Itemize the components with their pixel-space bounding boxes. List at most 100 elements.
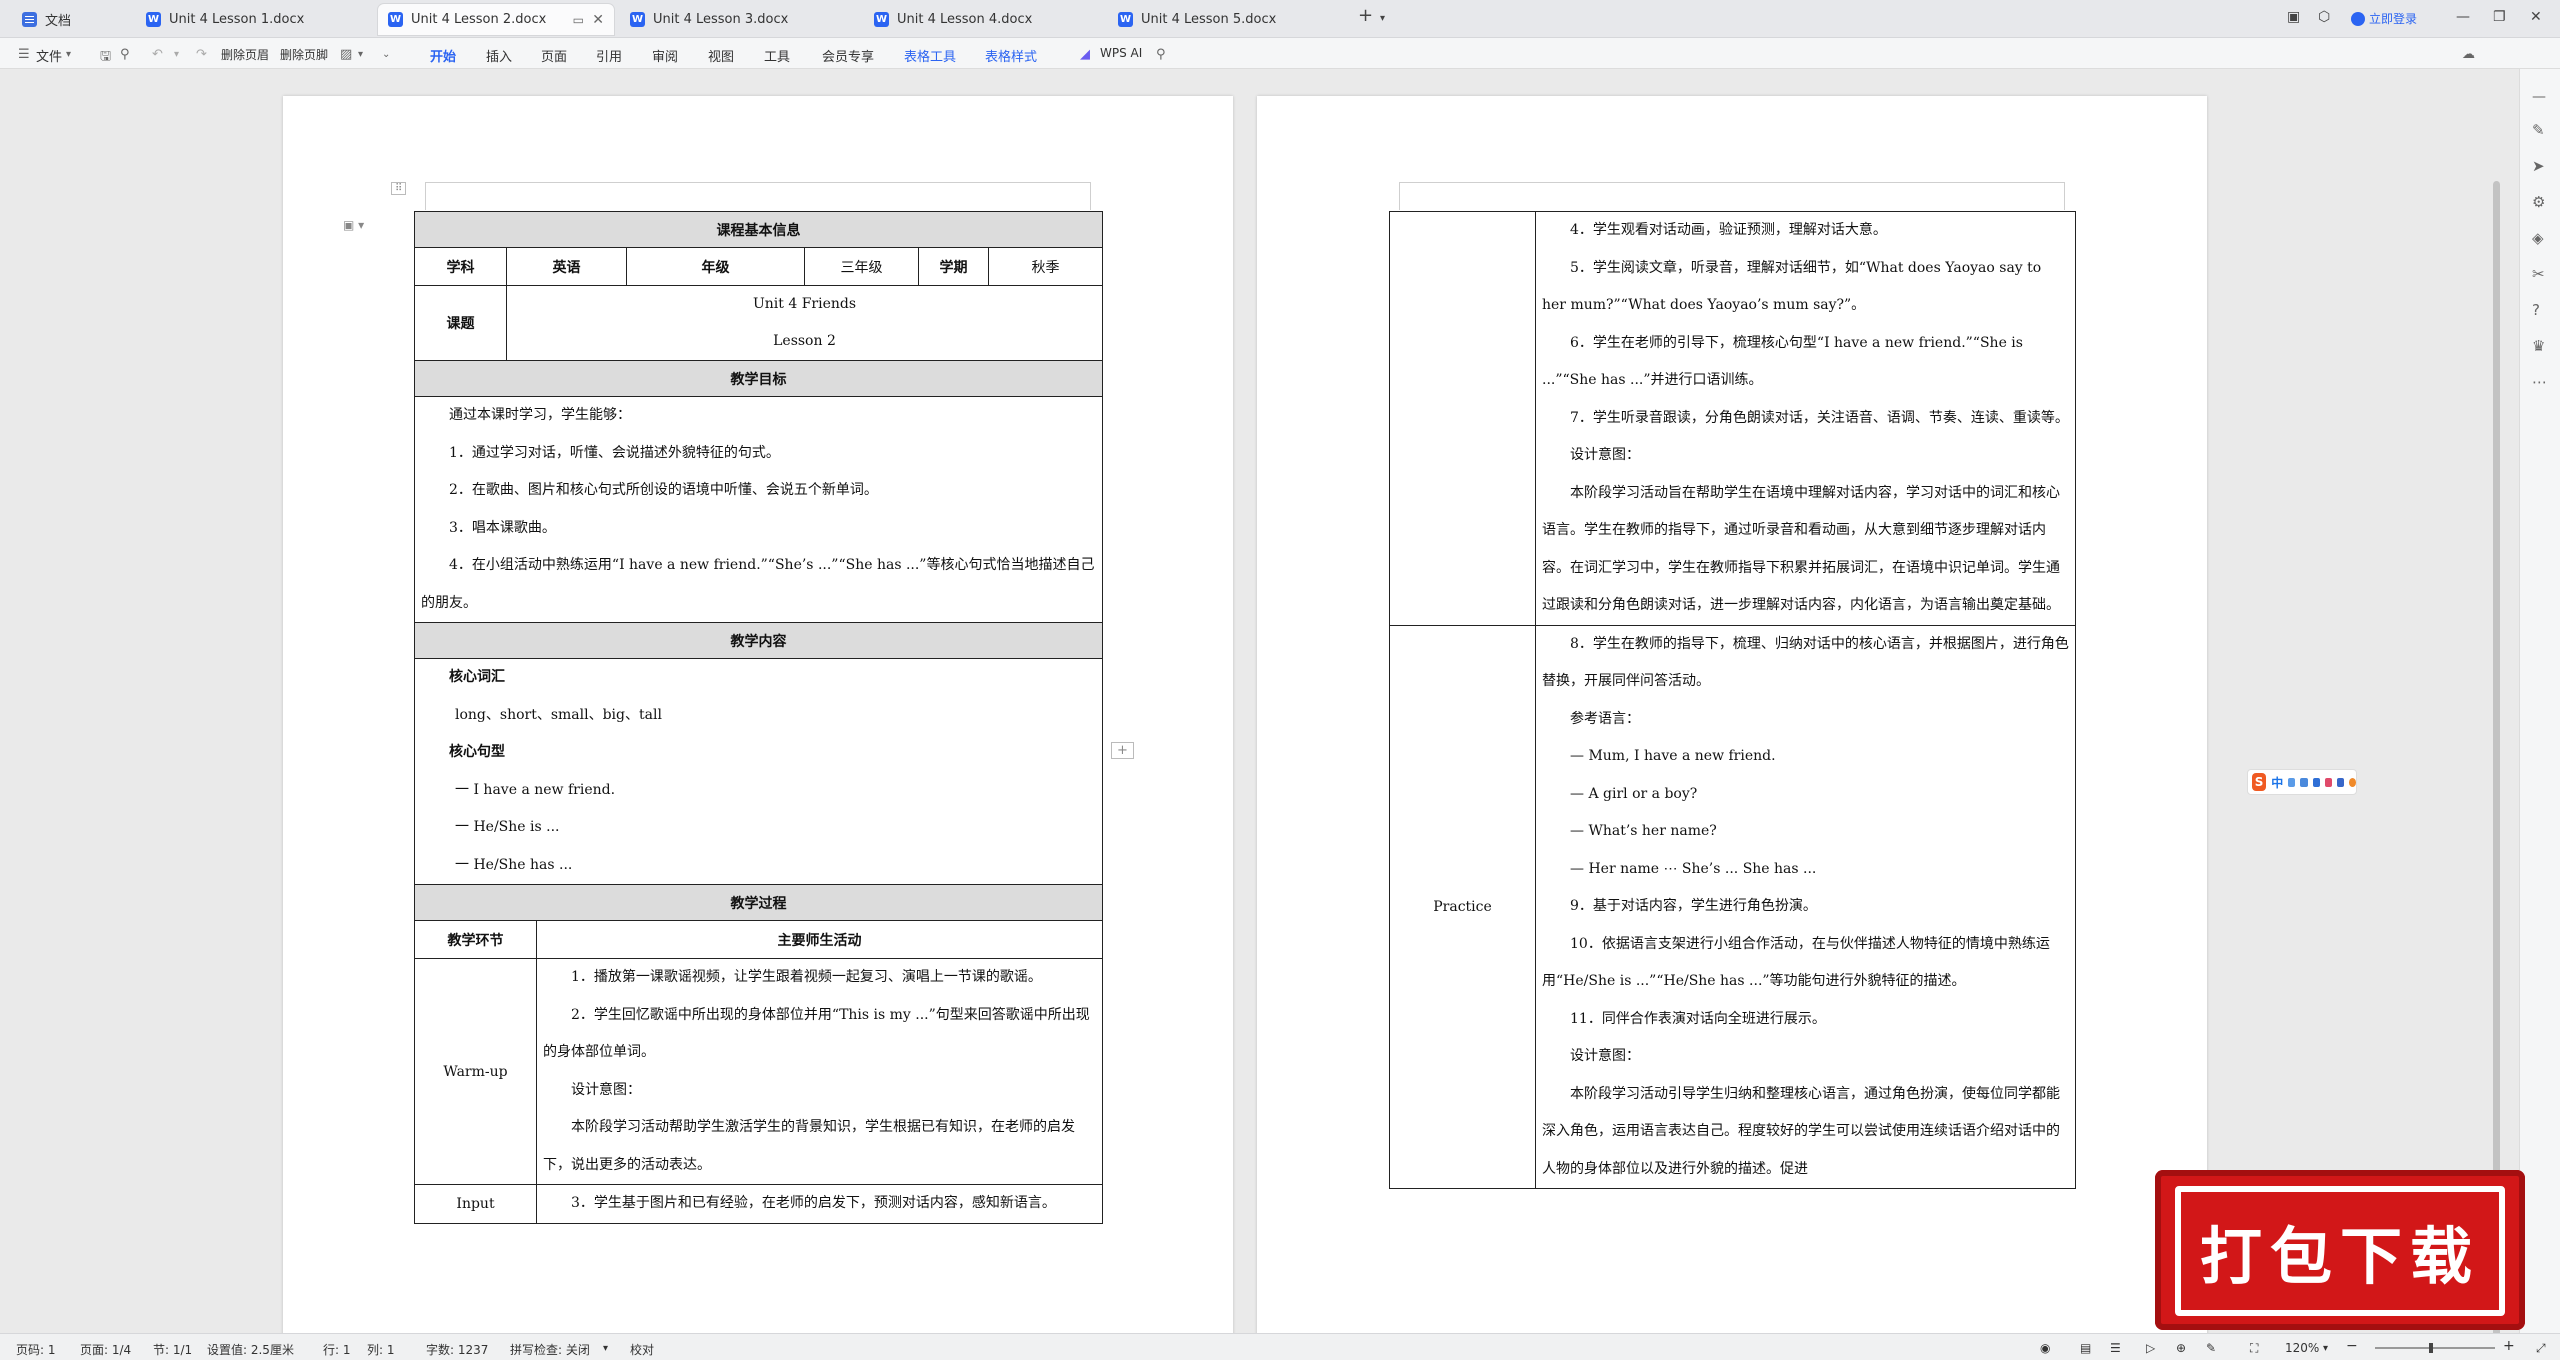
zoom-slider-thumb[interactable] (2429, 1343, 2433, 1353)
menu-page[interactable]: 页面 (541, 46, 567, 65)
tab-doc-1[interactable]: W Unit 4 Lesson 1.docx (136, 4, 372, 35)
documents-icon (22, 12, 37, 27)
undo-chevron-icon[interactable]: ▾ (174, 49, 179, 60)
layers-icon[interactable]: ◈ (2532, 229, 2550, 247)
menu-icon[interactable]: ☰ (18, 47, 30, 62)
ime-toolbar[interactable]: S 中 (2247, 769, 2357, 795)
outline-view-icon[interactable]: ☰ (2110, 1341, 2121, 1355)
menu-start[interactable]: 开始 (430, 46, 457, 71)
zoom-in-icon[interactable]: + (2503, 1338, 2515, 1354)
status-words[interactable]: 字数: 1237 (426, 1341, 488, 1358)
file-chevron-icon[interactable]: ▾ (66, 49, 71, 60)
tab-doc-4[interactable]: W Unit 4 Lesson 4.docx (864, 4, 1100, 35)
tab-doc-2[interactable]: W Unit 4 Lesson 2.docx ▭ ✕ (378, 4, 614, 35)
pointer-icon[interactable]: ➤ (2532, 157, 2550, 175)
vertical-scrollbar[interactable] (2493, 181, 2500, 1333)
tab-documents[interactable]: 文档 (12, 4, 132, 35)
cloud-sync-icon[interactable]: ☁ (2462, 47, 2475, 62)
tools-icon[interactable]: ✂ (2532, 265, 2550, 283)
sogou-icon[interactable]: S (2252, 773, 2267, 791)
tab-doc-3[interactable]: W Unit 4 Lesson 3.docx (620, 4, 856, 35)
web-view-icon[interactable]: ⊕ (2176, 1341, 2186, 1355)
table-select-icon[interactable]: ▣ ▾ (343, 218, 364, 232)
status-setting[interactable]: 设置值: 2.5厘米 (207, 1341, 294, 1358)
pen-icon[interactable]: ✎ (2206, 1341, 2216, 1355)
menu-insert[interactable]: 插入 (486, 46, 512, 65)
zoom-level[interactable]: 120% (2285, 1341, 2319, 1355)
skin-icon[interactable] (2324, 777, 2332, 787)
tab-list-chevron-icon[interactable]: ▾ (1380, 13, 1385, 24)
practice-ref-3: — What’s her name? (1570, 823, 1717, 839)
close-tab-icon[interactable]: ✕ (592, 12, 604, 28)
wps-ai-button[interactable]: WPS AI (1100, 46, 1142, 60)
status-proof[interactable]: 校对 (630, 1341, 654, 1358)
word-icon: W (630, 12, 645, 27)
goal-1: 1．通过学习对话，听懂、会说描述外貌特征的句式。 (449, 444, 780, 461)
undo-icon[interactable]: ↶ (152, 47, 163, 62)
page-setup-chevron-icon[interactable]: ▾ (358, 49, 363, 60)
download-banner[interactable]: 打包下载 (2155, 1170, 2525, 1330)
page-setup-icon[interactable]: ▨ (340, 47, 352, 62)
menu-table-style[interactable]: 表格样式 (985, 46, 1037, 65)
status-page-no[interactable]: 页码: 1 (16, 1341, 56, 1358)
table-move-handle-icon[interactable]: ⠿ (391, 182, 407, 195)
input-cell-cont: 4．学生观看对话动画，验证预测，理解对话大意。 5．学生阅读文章，听录音，理解对… (1535, 211, 2076, 626)
delete-footer-button[interactable]: 删除页脚 (280, 46, 328, 63)
status-col[interactable]: 列: 1 (367, 1341, 395, 1358)
monitor-icon[interactable]: ▭ (573, 13, 584, 27)
keyboard-icon[interactable] (2312, 777, 2320, 787)
redo-icon[interactable]: ↷ (196, 47, 207, 62)
menu-reference[interactable]: 引用 (596, 46, 622, 65)
delete-header-button[interactable]: 删除页眉 (221, 46, 269, 63)
help-icon[interactable]: ? (2532, 301, 2550, 319)
eye-icon[interactable]: ◉ (2040, 1341, 2050, 1355)
emoji-icon[interactable] (2348, 777, 2357, 787)
status-pages[interactable]: 页面: 1/4 (80, 1341, 131, 1358)
process-table-cont: 4．学生观看对话动画，验证预测，理解对话大意。 5．学生阅读文章，听录音，理解对… (1389, 211, 2076, 1189)
crown-icon[interactable]: ♛ (2532, 337, 2550, 355)
ime-mode[interactable]: 中 (2271, 774, 2283, 791)
more-chevron-icon[interactable]: ⌄ (382, 49, 390, 60)
toolbox-icon[interactable] (2336, 777, 2344, 787)
search-icon[interactable]: ⚲ (1156, 47, 1166, 62)
login-link[interactable]: 立即登录 (2351, 10, 2417, 27)
more-icon[interactable]: ⋯ (2532, 373, 2550, 391)
collapse-icon[interactable]: — (2532, 89, 2550, 107)
document-canvas[interactable]: ⠿ ▣ ▾ + 课程基本信息 学科 英语 年级 三年级 学期 秋季 课题 Uni… (0, 69, 2519, 1333)
menu-review[interactable]: 审阅 (652, 46, 678, 65)
menu-tools[interactable]: 工具 (764, 46, 790, 65)
find-icon[interactable]: ⚲ (120, 47, 130, 62)
zoom-chevron-icon[interactable]: ▾ (2323, 1343, 2328, 1354)
cube-icon[interactable]: ⬡ (2318, 9, 2330, 25)
page-view-icon[interactable]: ▤ (2080, 1341, 2091, 1355)
minimize-icon[interactable]: — (2456, 9, 2470, 25)
play-icon[interactable]: ▷ (2146, 1341, 2155, 1355)
zoom-out-icon[interactable]: − (2346, 1338, 2358, 1354)
header-area-2[interactable] (1399, 182, 2065, 210)
new-tab-icon[interactable]: + (1358, 5, 1373, 26)
adjust-icon[interactable]: ⚙ (2532, 193, 2550, 211)
window-mode-icon[interactable]: ▣ (2287, 9, 2300, 25)
restore-icon[interactable]: ❐ (2493, 9, 2506, 25)
status-bar: 页码: 1 页面: 1/4 节: 1/1 设置值: 2.5厘米 行: 1 列: … (0, 1333, 2560, 1360)
punctuation-icon[interactable] (2288, 777, 2296, 787)
practice-intent: 本阶段学习活动引导学生归纳和整理核心语言，通过角色扮演，使每位同学都能深入角色，… (1542, 1085, 2060, 1177)
tab-doc-5[interactable]: W Unit 4 Lesson 5.docx (1108, 4, 1344, 35)
status-spell[interactable]: 拼写检查: 关闭 (510, 1341, 590, 1358)
close-window-icon[interactable]: ✕ (2530, 9, 2542, 25)
spell-chevron-icon[interactable]: ▾ (603, 1343, 608, 1354)
menu-member[interactable]: 会员专享 (822, 46, 874, 65)
status-row[interactable]: 行: 1 (323, 1341, 351, 1358)
header-area[interactable] (425, 182, 1091, 210)
file-menu[interactable]: 文件 (36, 46, 62, 65)
status-section[interactable]: 节: 1/1 (153, 1341, 192, 1358)
menu-table-tools[interactable]: 表格工具 (904, 46, 956, 65)
voice-icon[interactable] (2300, 777, 2308, 787)
save-icon[interactable]: 🖫 (100, 47, 111, 69)
zoom-slider[interactable] (2375, 1343, 2495, 1353)
menu-view[interactable]: 视图 (708, 46, 734, 65)
add-column-icon[interactable]: + (1111, 742, 1134, 759)
fullscreen-icon[interactable]: ⤢ (2536, 1341, 2546, 1356)
fit-icon[interactable]: ⛶ (2250, 1341, 2258, 1356)
edit-icon[interactable]: ✎ (2532, 121, 2550, 139)
